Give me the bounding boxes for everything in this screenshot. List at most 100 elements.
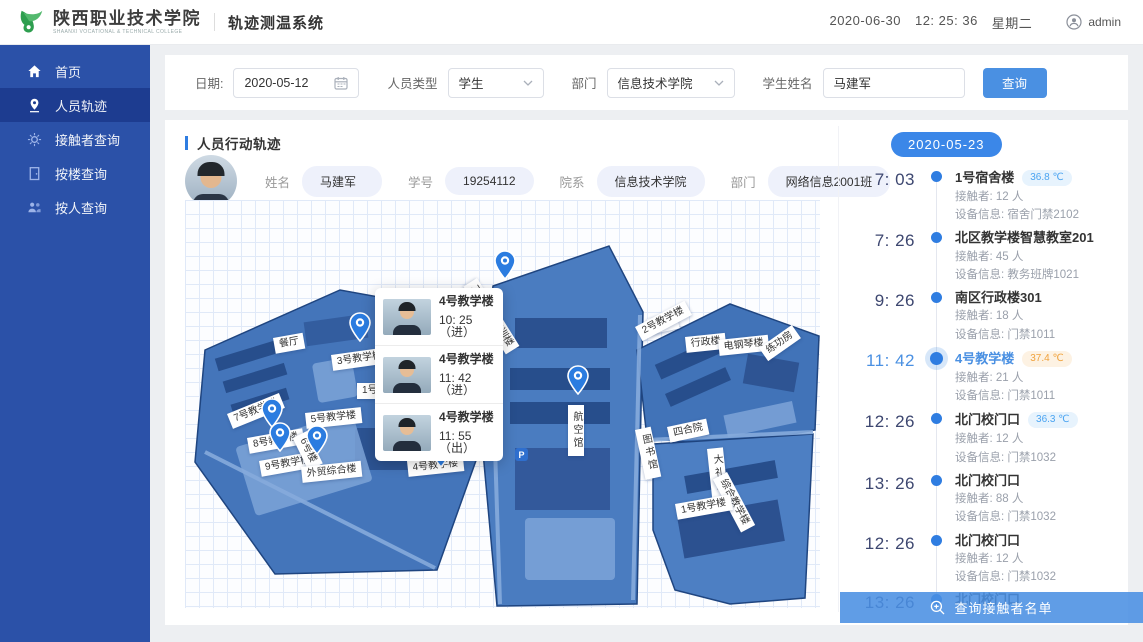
- campus-map[interactable]: 餐厅3号教学楼1号实训楼5号教学楼7号教学楼8号教学楼9号教学楼6号楼外贸综合楼…: [185, 200, 820, 608]
- map-location-pin[interactable]: [349, 312, 371, 342]
- timeline-dot: [930, 352, 943, 365]
- surveillance-photo: [383, 357, 431, 393]
- college-logo: [16, 7, 46, 37]
- timeline-device: 设备信息: 门禁1032: [955, 452, 1078, 465]
- timeline-date-pill: 2020-05-23: [891, 132, 1002, 157]
- timeline-contacts: 接触者: 12 人: [955, 433, 1078, 446]
- user-icon: [1066, 14, 1082, 30]
- sidebar-item-home[interactable]: 首页: [0, 54, 150, 88]
- sidebar-item-contact-query[interactable]: 接触者查询: [0, 122, 150, 156]
- search-button[interactable]: 查询: [983, 68, 1047, 98]
- sidebar-item-label: 按楼查询: [55, 164, 107, 183]
- timeline-location: 南区行政楼301: [955, 291, 1042, 305]
- sidebar-item-person-track[interactable]: 人员轨迹: [0, 88, 150, 122]
- admin-username: admin: [1088, 15, 1121, 29]
- sidebar-item-label: 接触者查询: [55, 130, 120, 149]
- timeline-time: 12: 26: [839, 534, 915, 585]
- sidebar-item-person-query[interactable]: 按人查询: [0, 190, 150, 224]
- date-filter-label: 日期:: [195, 73, 223, 92]
- surveillance-photo: [383, 299, 431, 335]
- sidebar-item-building-query[interactable]: 按楼查询: [0, 156, 150, 190]
- popup-time: 11: 55（出）: [439, 430, 495, 454]
- popup-building: 4号教学楼: [439, 295, 495, 307]
- query-contacts-label: 查询接触者名单: [954, 598, 1052, 617]
- query-contacts-button[interactable]: 查询接触者名单: [840, 592, 1143, 623]
- popup-building: 4号教学楼: [439, 411, 495, 423]
- person-type-select[interactable]: 学生: [448, 68, 544, 98]
- app-header: 陕西职业技术学院 SHAANXI VOCATIONAL & TECHNICAL …: [0, 0, 1143, 45]
- trajectory-panel: 人员行动轨迹 姓名马建军学号19254112院系信息技术学院部门网络信息2001…: [165, 120, 1128, 625]
- timeline-entry[interactable]: 13: 26北门校门口接触者: 88 人设备信息: 门禁1032: [839, 474, 1128, 525]
- date-picker-input[interactable]: 2020-05-12: [233, 68, 359, 98]
- timeline-location: 4号教学楼: [955, 352, 1014, 366]
- person-field-label: 部门: [731, 172, 756, 191]
- department-select[interactable]: 信息技术学院: [607, 68, 735, 98]
- filter-bar: 日期: 2020-05-12 人员类型 学生 部门 信息技术学院 学生姓名 马建…: [165, 55, 1128, 110]
- timeline-contacts: 接触者: 18 人: [955, 310, 1055, 323]
- title-accent-bar: [185, 136, 188, 150]
- map-location-pin[interactable]: [494, 250, 516, 280]
- timeline-contacts: 接触者: 21 人: [955, 372, 1072, 385]
- college-name-en: SHAANXI VOCATIONAL & TECHNICAL COLLEGE: [53, 29, 201, 35]
- person-field: 院系信息技术学院: [560, 166, 705, 197]
- timeline-entry[interactable]: 7: 26北区教学楼智慧教室201接触者: 45 人设备信息: 教务班牌1021: [839, 231, 1128, 282]
- timeline-contacts: 接触者: 12 人: [955, 191, 1079, 204]
- person-field: 姓名马建军: [265, 166, 382, 197]
- person-field-value: 19254112: [445, 167, 534, 195]
- college-name: 陕西职业技术学院: [53, 10, 201, 27]
- parking-icon: P: [515, 448, 528, 461]
- department-value: 信息技术学院: [618, 73, 693, 92]
- header-time: 12: 25: 36: [915, 13, 978, 32]
- college-logo-icon: [16, 7, 46, 37]
- map-location-pin[interactable]: [269, 422, 291, 452]
- timeline-entry[interactable]: 12: 26北门校门口36.3 ℃接触者: 12 人设备信息: 门禁1032: [839, 412, 1128, 464]
- popup-time: 11: 42（进）: [439, 372, 495, 396]
- timeline-device: 设备信息: 宿舍门禁2102: [955, 209, 1079, 222]
- temperature-badge: 36.3 ℃: [1028, 412, 1077, 428]
- map-location-pin[interactable]: [306, 425, 328, 455]
- timeline-device: 设备信息: 教务班牌1021: [955, 269, 1094, 282]
- timeline-time: 11: 42: [839, 351, 915, 403]
- person-field-value: 马建军: [302, 166, 382, 197]
- map-building-label: 航空馆: [568, 405, 584, 456]
- timeline-contacts: 接触者: 12 人: [955, 553, 1056, 566]
- header-datetime: 2020-06-30 12: 25: 36 星期二: [829, 13, 1032, 32]
- header-date: 2020-06-30: [829, 13, 901, 32]
- timeline-time: 9: 26: [839, 291, 915, 342]
- timeline-time: 13: 26: [839, 474, 915, 525]
- chevron-down-icon: [523, 80, 533, 86]
- system-title: 轨迹测温系统: [228, 12, 324, 33]
- timeline-entry[interactable]: 9: 26 南区行政楼301 接触者: 18 人设备信息: 门禁1011: [839, 291, 1128, 342]
- surveillance-photo: [383, 415, 431, 451]
- admin-menu[interactable]: admin: [1066, 14, 1121, 30]
- timeline-dot: [931, 535, 942, 546]
- student-name-label: 学生姓名: [763, 73, 813, 92]
- timeline-entry[interactable]: 7: 031号宿舍楼36.8 ℃接触者: 12 人设备信息: 宿舍门禁2102: [839, 170, 1128, 222]
- timeline-time: 7: 03: [839, 170, 915, 222]
- timeline-location: 1号宿舍楼: [955, 171, 1014, 185]
- timeline-entry[interactable]: 12: 26北门校门口接触者: 12 人设备信息: 门禁1032: [839, 534, 1128, 585]
- chevron-down-icon: [714, 80, 724, 86]
- student-name-input[interactable]: 马建军: [823, 68, 965, 98]
- virus-icon: [27, 132, 42, 147]
- person-type-label: 人员类型: [387, 73, 437, 92]
- timeline-device: 设备信息: 门禁1011: [955, 329, 1055, 342]
- map-location-pin[interactable]: [567, 365, 589, 395]
- people-icon: [27, 200, 42, 215]
- timeline-location: 北区教学楼智慧教室201: [955, 231, 1094, 245]
- door-icon: [27, 166, 42, 181]
- date-picker-value: 2020-05-12: [244, 76, 308, 90]
- home-icon: [27, 64, 42, 79]
- popup-track-entry: 4号教学楼 10: 25（进）: [375, 288, 503, 346]
- timeline-time: 7: 26: [839, 231, 915, 282]
- person-field-label: 院系: [560, 172, 585, 191]
- sidebar-item-label: 按人查询: [55, 198, 107, 217]
- sidebar-nav: 首页人员轨迹接触者查询按楼查询按人查询: [0, 45, 150, 642]
- person-field: 学号19254112: [408, 167, 534, 195]
- sidebar-item-label: 首页: [55, 62, 81, 81]
- magnifier-plus-icon: [930, 600, 945, 615]
- timeline-panel: 2020-05-23 7: 031号宿舍楼36.8 ℃接触者: 12 人设备信息…: [838, 126, 1128, 612]
- timeline-entry[interactable]: 11: 424号教学楼37.4 ℃接触者: 21 人设备信息: 门禁1011: [839, 351, 1128, 403]
- popup-time: 10: 25（进）: [439, 314, 495, 338]
- popup-track-entry: 4号教学楼 11: 55（出）: [375, 404, 503, 461]
